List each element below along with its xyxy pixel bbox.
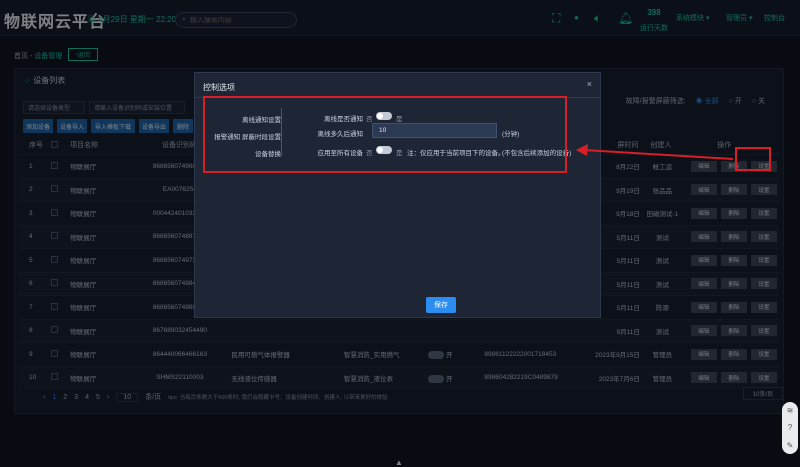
floating-toolbar: ≋ ? ✎ bbox=[782, 402, 798, 454]
dialog-title: 控制选项 bbox=[203, 83, 235, 92]
close-icon[interactable]: × bbox=[587, 79, 592, 89]
caret-up-icon[interactable]: ▲ bbox=[395, 458, 403, 467]
annotation-box-settings bbox=[203, 96, 567, 173]
pen-icon[interactable]: ✎ bbox=[787, 441, 794, 450]
help-icon[interactable]: ? bbox=[788, 423, 792, 432]
save-button[interactable]: 保存 bbox=[426, 297, 456, 313]
annotation-box-settings-button bbox=[735, 147, 771, 171]
wifi-icon[interactable]: ≋ bbox=[787, 406, 794, 415]
